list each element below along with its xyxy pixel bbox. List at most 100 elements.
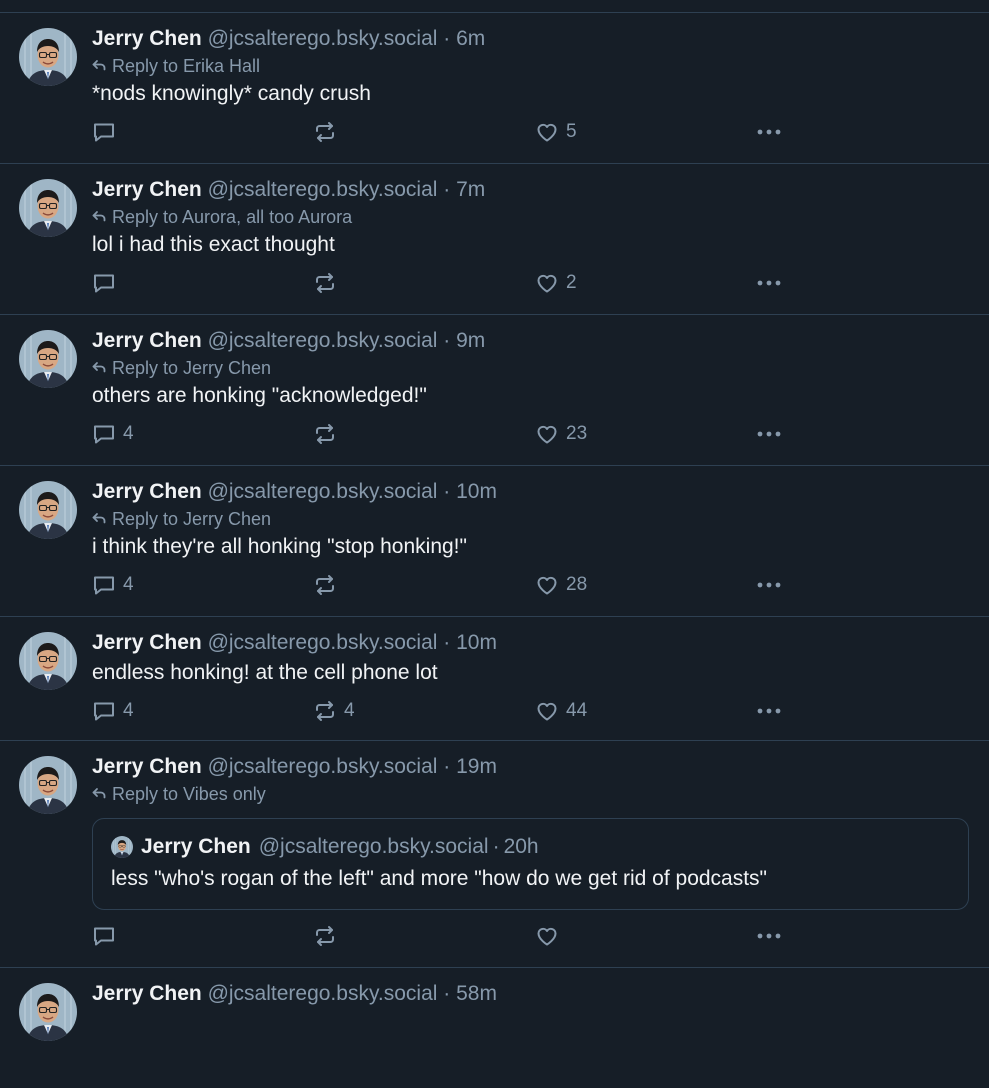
post-time[interactable]: 58m [456,982,497,1005]
reply-context[interactable]: Reply to Vibes only [92,784,969,804]
more-options-button[interactable] [756,120,782,144]
avatar[interactable] [19,756,77,814]
like-count: 5 [566,121,577,142]
separator-dot: · [443,755,451,778]
post-actions [0,918,969,958]
avatar[interactable] [19,330,77,388]
author-name[interactable]: Jerry Chen [92,480,202,503]
avatar[interactable] [19,481,77,539]
post[interactable]: Jerry Chen @jcsalterego.bsky.social · 10… [0,466,989,617]
quoted-post-header: Jerry Chen @jcsalterego.bsky.social · 20… [111,835,950,859]
post[interactable]: Jerry Chen @jcsalterego.bsky.social · 9m… [0,315,989,466]
reply-arrow-icon [92,784,106,804]
post-feed: Jerry Chen @jcsalterego.bsky.social · 6m… [0,0,989,1088]
comment-button[interactable] [92,271,116,295]
repost-button[interactable] [313,422,337,446]
post-actions: 4 28 [0,567,969,607]
post[interactable]: Jerry Chen @jcsalterego.bsky.social · 10… [0,617,989,741]
avatar[interactable] [19,983,77,1041]
post-time[interactable]: 19m [456,755,497,778]
post-text: *nods knowingly* candy crush [92,82,371,105]
author-name[interactable]: Jerry Chen [92,178,202,201]
more-options-button[interactable] [756,699,782,723]
comment-button[interactable]: 4 [92,422,134,446]
like-button[interactable] [535,924,559,948]
heart-icon [535,120,559,144]
reply-arrow-icon [92,358,106,378]
reply-to-label: Reply to Aurora, all too Aurora [112,207,353,227]
author-name[interactable]: Jerry Chen [92,631,202,654]
post[interactable]: Jerry Chen @jcsalterego.bsky.social · 7m… [0,164,989,315]
feed-top-divider [0,0,989,13]
avatar[interactable] [19,179,77,237]
like-button[interactable]: 28 [535,573,587,597]
reply-context[interactable]: Reply to Erika Hall [92,56,969,76]
post-actions: 4 23 [0,416,969,456]
avatar[interactable] [19,632,77,690]
ellipsis-icon [756,271,782,295]
more-options-button[interactable] [756,271,782,295]
post[interactable]: Jerry Chen @jcsalterego.bsky.social · 19… [0,741,989,968]
reply-context[interactable]: Reply to Jerry Chen [92,509,969,529]
quoted-post[interactable]: Jerry Chen @jcsalterego.bsky.social · 20… [92,818,969,910]
repost-button[interactable] [313,120,337,144]
post-time[interactable]: 6m [456,27,485,50]
author-handle[interactable]: @jcsalterego.bsky.social [208,982,438,1005]
repost-button[interactable] [313,271,337,295]
author-name[interactable]: Jerry Chen [92,755,202,778]
like-count: 2 [566,272,577,293]
reply-to-label: Reply to Jerry Chen [112,509,272,529]
more-options-button[interactable] [756,422,782,446]
author-handle[interactable]: @jcsalterego.bsky.social [208,480,438,503]
separator-dot: · [443,329,451,352]
comment-button[interactable]: 4 [92,699,134,723]
author-handle[interactable]: @jcsalterego.bsky.social [208,178,438,201]
more-options-button[interactable] [756,573,782,597]
like-button[interactable]: 5 [535,120,577,144]
like-button[interactable]: 44 [535,699,587,723]
post-actions: 2 [0,265,969,305]
ellipsis-icon [756,699,782,723]
quoted-avatar[interactable] [111,836,133,858]
post-header: Jerry Chen @jcsalterego.bsky.social · 9m [92,329,969,353]
post[interactable]: Jerry Chen @jcsalterego.bsky.social · 6m… [0,13,989,164]
author-name[interactable]: Jerry Chen [92,329,202,352]
post-header: Jerry Chen @jcsalterego.bsky.social · 10… [92,480,969,504]
quoted-post-time[interactable]: 20h [504,835,539,859]
reply-context[interactable]: Reply to Jerry Chen [92,358,969,378]
comment-button[interactable]: 4 [92,573,134,597]
avatar[interactable] [19,28,77,86]
reply-context[interactable]: Reply to Aurora, all too Aurora [92,207,969,227]
post-time[interactable]: 9m [456,329,485,352]
separator-dot: · [443,178,451,201]
ellipsis-icon [756,120,782,144]
more-options-button[interactable] [756,924,782,948]
speech-bubble-icon [92,271,116,295]
author-name[interactable]: Jerry Chen [92,982,202,1005]
post-time[interactable]: 7m [456,178,485,201]
quoted-author-handle[interactable]: @jcsalterego.bsky.social [259,835,489,859]
post-time[interactable]: 10m [456,480,497,503]
like-button[interactable]: 23 [535,422,587,446]
post[interactable]: Jerry Chen @jcsalterego.bsky.social · 58… [0,968,989,1088]
repost-button[interactable] [313,924,337,948]
post-actions: 4 4 44 [0,693,969,733]
post-text: others are honking "acknowledged!" [92,384,427,407]
author-handle[interactable]: @jcsalterego.bsky.social [208,631,438,654]
comment-button[interactable] [92,120,116,144]
quoted-author-name[interactable]: Jerry Chen [141,835,251,859]
post-header: Jerry Chen @jcsalterego.bsky.social · 19… [92,755,969,779]
comment-button[interactable] [92,924,116,948]
author-handle[interactable]: @jcsalterego.bsky.social [208,755,438,778]
author-handle[interactable]: @jcsalterego.bsky.social [208,27,438,50]
repost-button[interactable]: 4 [313,699,355,723]
author-handle[interactable]: @jcsalterego.bsky.social [208,329,438,352]
like-button[interactable]: 2 [535,271,577,295]
separator-dot: · [492,835,500,858]
post-time[interactable]: 10m [456,631,497,654]
author-name[interactable]: Jerry Chen [92,27,202,50]
separator-dot: · [443,982,451,1005]
like-count: 23 [566,423,588,444]
repost-button[interactable] [313,573,337,597]
comment-count: 4 [123,700,134,721]
